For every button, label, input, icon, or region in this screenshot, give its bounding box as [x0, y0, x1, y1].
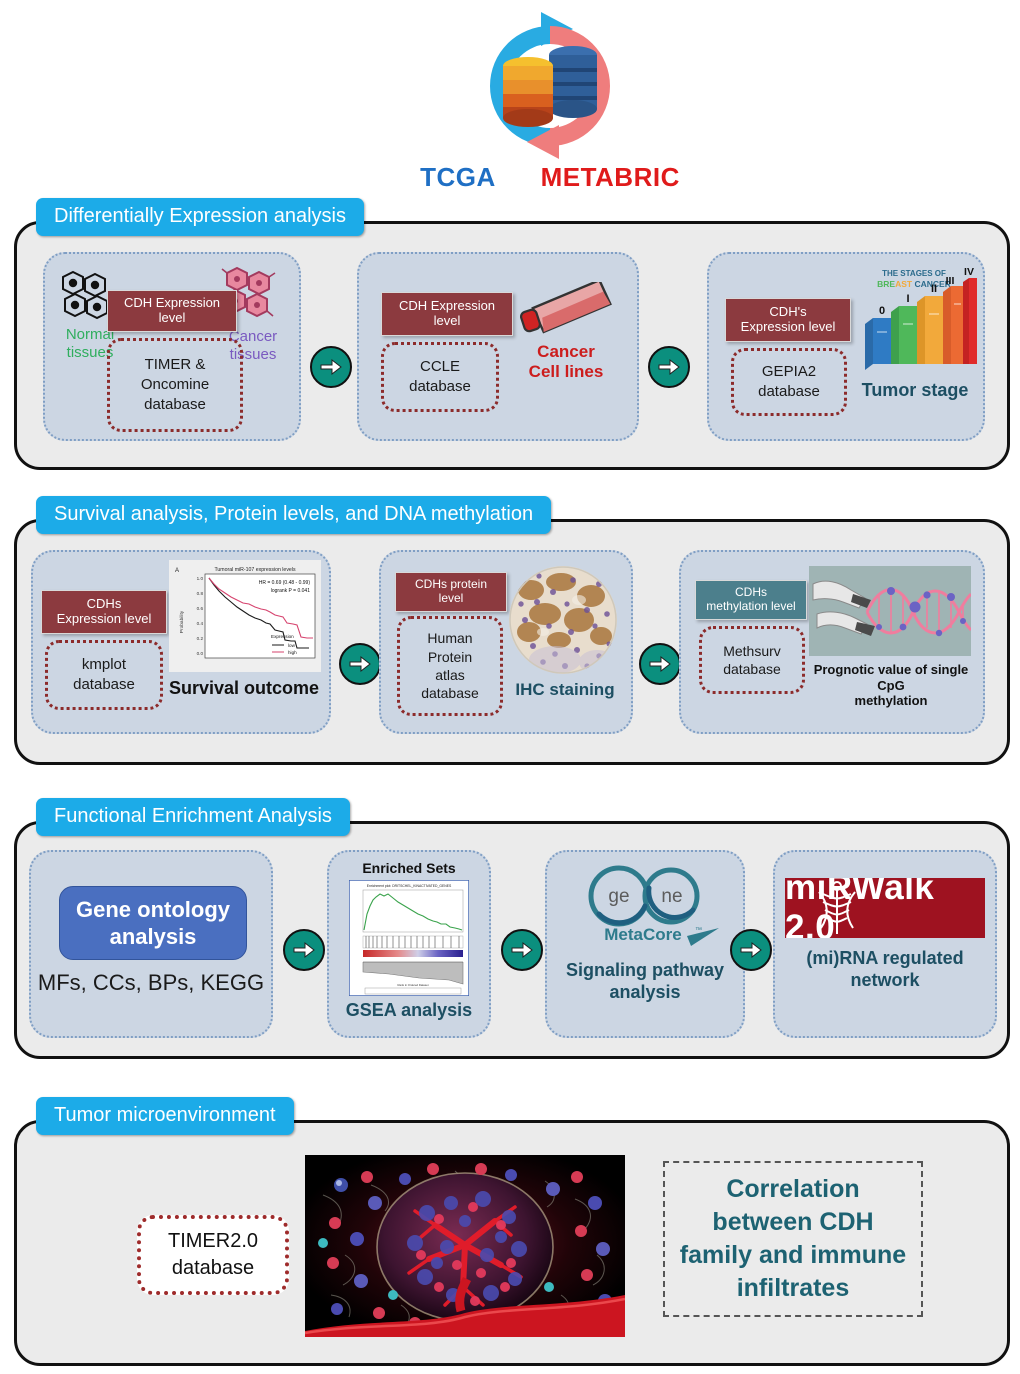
logo-header: TCGA METABRIC: [0, 0, 1020, 200]
section-functional-enrichment: Gene ontology analysis MFs, CCs, BPs, KE…: [14, 821, 1010, 1059]
section-title-differential-expression: Differentially Expression analysis: [36, 198, 364, 236]
hpa-database-box: Human Protein atlas database: [397, 616, 503, 716]
panel-mirwalk: miRWalk 2.0 (mi)RNA regulated network: [773, 850, 997, 1038]
cdhs-protein-plate: CDHs protein level: [395, 572, 507, 612]
svg-text:III: III: [946, 275, 955, 287]
svg-text:IV: IV: [964, 266, 974, 278]
ihc-staining-caption: IHC staining: [515, 680, 615, 699]
svg-text:0.8: 0.8: [197, 591, 204, 596]
logo-labels: TCGA METABRIC: [390, 162, 710, 193]
svg-text:low: low: [288, 643, 296, 648]
svg-text:Enrichment plot: DRITSCHEL_KIN: Enrichment plot: DRITSCHEL_KINACTIVATED_…: [367, 884, 452, 888]
panel-gene-ontology: Gene ontology analysis MFs, CCs, BPs, KE…: [29, 850, 273, 1038]
cell-culture-flask-icon: [511, 282, 621, 338]
svg-text:ge: ge: [608, 886, 629, 907]
cancer-cell-lines-caption: Cancer Cell lines: [528, 342, 604, 382]
tcga-metabric-logo-icon: [455, 8, 645, 163]
section-title-functional-enrichment: Functional Enrichment Analysis: [36, 798, 350, 836]
correlation-statement-box: Correlation between CDH family and immun…: [663, 1161, 923, 1317]
section-tumor-microenvironment: TIMER2.0 database Correlation between CD…: [14, 1120, 1010, 1366]
svg-text:1.0: 1.0: [197, 576, 204, 581]
gene-ontology-box: Gene ontology analysis: [59, 886, 247, 960]
tcga-label: TCGA: [420, 162, 495, 192]
svg-text:II: II: [931, 283, 937, 295]
signaling-pathway-caption: Signaling pathway analysis: [565, 960, 725, 1002]
timer-oncomine-database-box: TIMER & Oncomine database: [107, 338, 243, 432]
panel-gsea: Enriched Sets Enrichment plot: DRITSCHEL…: [327, 850, 491, 1038]
metacore-logo-icon: ge ne MetaCore ™: [571, 862, 721, 948]
mirwalk-logo: miRWalk 2.0: [785, 878, 985, 938]
svg-text:I: I: [906, 293, 909, 305]
svg-text:Probability: Probability: [179, 610, 185, 633]
svg-text:high: high: [288, 650, 297, 655]
panel-methylation: CDHs methylation level Methsurv database: [679, 550, 985, 734]
gsea-enrichment-plot: Enrichment plot: DRITSCHEL_KINACTIVATED_…: [349, 880, 469, 996]
section-title-tumor-microenvironment: Tumor microenvironment: [36, 1097, 294, 1135]
flow-arrow-3: [339, 643, 381, 685]
flow-arrow-1: [310, 346, 352, 388]
svg-text:0.4: 0.4: [197, 621, 204, 626]
km-panel-letter: A: [175, 568, 179, 574]
svg-text:ne: ne: [661, 886, 682, 907]
mirna-network-caption: (mi)RNA regulated network: [806, 948, 964, 990]
cdhs-methylation-plate: CDHs methylation level: [695, 580, 807, 620]
panel-tissues: Normal tissues Cancer tissues CDH Expres…: [43, 252, 301, 441]
tumor-stage-caption: Tumor stage: [861, 380, 969, 400]
go-subcategories-label: MFs, CCs, BPs, KEGG: [37, 970, 265, 995]
svg-text:0.2: 0.2: [197, 636, 204, 641]
cdh-expression-plate-2: CDH Expression level: [381, 292, 513, 336]
section-differential-expression: Normal tissues Cancer tissues CDH Expres…: [14, 221, 1010, 470]
flow-arrow-4: [639, 643, 681, 685]
tumor-microenvironment-image: [305, 1155, 625, 1337]
panel-metacore: ge ne MetaCore ™ Signaling pathway analy…: [545, 850, 745, 1038]
svg-text:0: 0: [879, 305, 885, 317]
svg-text:THE STAGES OF: THE STAGES OF: [882, 269, 946, 278]
panel-protein: CDHs protein level Human Protein atlas d…: [379, 550, 633, 734]
panel-tumor-stage: CDH's Expression level GEPIA2 database T…: [707, 252, 985, 441]
svg-text:logrank P = 0.041: logrank P = 0.041: [271, 588, 310, 594]
methsurv-database-box: Methsurv database: [699, 626, 805, 694]
svg-text:HR = 0.69 (0.48 - 0.99): HR = 0.69 (0.48 - 0.99): [259, 580, 311, 586]
ccle-database-box: CCLE database: [381, 342, 499, 412]
cdhs-expression-plate-3: CDH's Expression level: [725, 298, 851, 342]
kaplan-meier-plot: A Tumoral miR-107 expression levels HR =…: [169, 560, 321, 672]
ihc-staining-image: [509, 566, 617, 674]
svg-text:BREAST CANCER: BREAST CANCER: [877, 279, 951, 289]
survival-outcome-caption: Survival outcome: [168, 678, 320, 698]
flow-arrow-7: [730, 929, 772, 971]
svg-text:0.6: 0.6: [197, 606, 204, 611]
gepia2-database-box: GEPIA2 database: [731, 348, 847, 416]
svg-text:0.0: 0.0: [197, 651, 204, 656]
flow-arrow-2: [648, 346, 690, 388]
timer2-database-box: TIMER2.0 database: [137, 1215, 289, 1295]
svg-text:Expression: Expression: [271, 634, 294, 639]
section-survival-protein-methylation: CDHs Expression level kmplot database A …: [14, 519, 1010, 765]
dna-methylation-image: [809, 566, 971, 656]
enriched-sets-title: Enriched Sets: [362, 860, 456, 876]
flow-arrow-5: [283, 929, 325, 971]
svg-text:Rank in Ordered Dataset: Rank in Ordered Dataset: [398, 983, 429, 987]
section-title-survival: Survival analysis, Protein levels, and D…: [36, 496, 552, 534]
cdhs-expression-plate-survival: CDHs Expression level: [41, 590, 167, 634]
metabric-label: METABRIC: [540, 162, 680, 192]
cpg-methylation-caption: Prognotic value of single CpG methylatio…: [813, 662, 969, 709]
cdh-expression-plate: CDH Expression level: [107, 290, 237, 332]
mirwalk-logo-text: miRWalk 2.0: [785, 878, 935, 938]
gsea-caption: GSEA analysis: [345, 1000, 473, 1020]
panel-cell-lines: CDH Expression level CCLE database Cance…: [357, 252, 639, 441]
svg-text:MetaCore: MetaCore: [604, 925, 681, 944]
panel-survival: CDHs Expression level kmplot database A …: [31, 550, 331, 734]
svg-text:Tumoral miR-107 expression lev: Tumoral miR-107 expression levels: [214, 567, 296, 573]
breast-cancer-stages-figure: THE STAGES OF BREAST CANCER 0 I II III I…: [851, 262, 977, 374]
flow-arrow-6: [501, 929, 543, 971]
kmplot-database-box: kmplot database: [45, 640, 163, 710]
